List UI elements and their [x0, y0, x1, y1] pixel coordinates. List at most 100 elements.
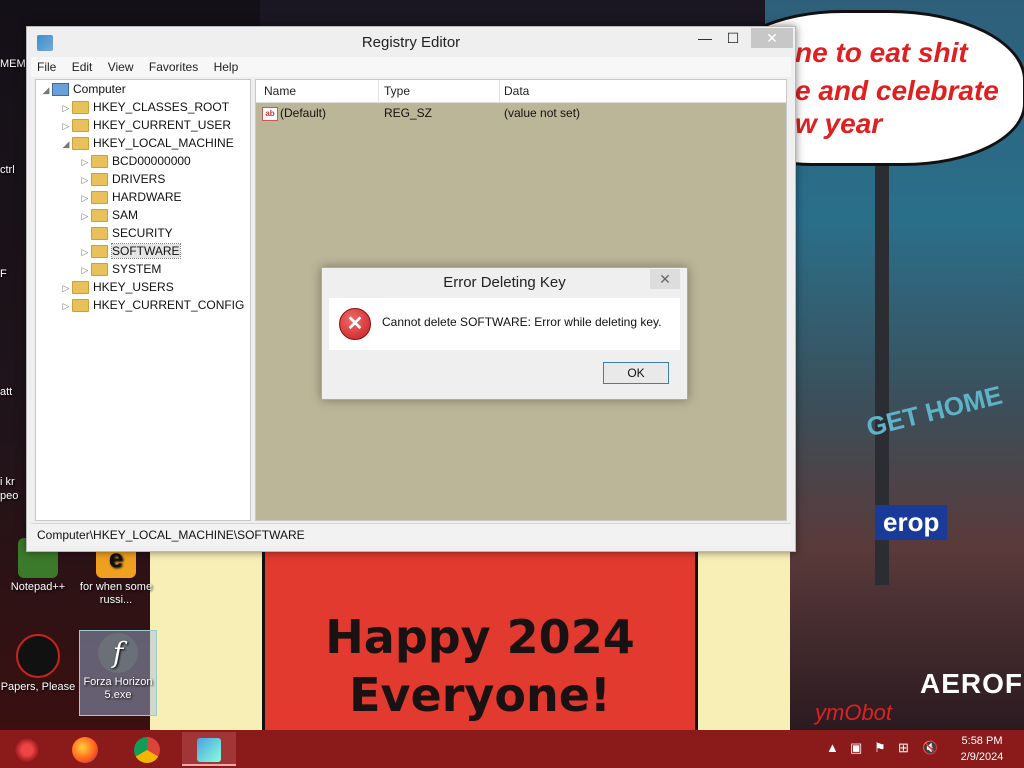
expand-arrow-icon[interactable]: ▷: [79, 261, 91, 279]
folder-icon: [72, 281, 89, 295]
tree-node-system[interactable]: ▷ SYSTEM: [79, 260, 161, 278]
taskbar-chrome[interactable]: [120, 732, 174, 766]
folder-icon: [91, 191, 108, 205]
menu-view[interactable]: View: [102, 57, 140, 77]
menu-file[interactable]: File: [31, 57, 62, 77]
menu-favorites[interactable]: Favorites: [143, 57, 204, 77]
desktop-icon-label: Papers, Please: [0, 681, 76, 693]
ok-button[interactable]: OK: [603, 362, 669, 384]
expand-arrow-icon[interactable]: ▷: [60, 297, 72, 315]
taskbar-firefox[interactable]: [58, 732, 112, 766]
string-value-icon: ab: [262, 107, 278, 121]
desktop-icon-label-cut[interactable]: att: [0, 386, 12, 398]
close-button[interactable]: ✕: [751, 28, 793, 48]
menu-bar: File Edit View Favorites Help: [31, 57, 791, 77]
desktop-icon-label-cut[interactable]: F: [0, 268, 7, 280]
tree-node-sam[interactable]: ▷ SAM: [79, 206, 138, 224]
papers-please-icon: [16, 634, 60, 678]
expand-arrow-icon[interactable]: ▷: [79, 171, 91, 189]
tree-node-drivers[interactable]: ▷ DRIVERS: [79, 170, 165, 188]
column-header-data[interactable]: Data: [504, 84, 529, 98]
start-button[interactable]: [0, 732, 54, 766]
dialog-close-button[interactable]: ✕: [650, 269, 680, 289]
happy-line1: Happy 2024: [325, 610, 635, 664]
taskbar-regedit-active[interactable]: [182, 732, 236, 766]
tree-node-hklm[interactable]: ◢ HKEY_LOCAL_MACHINE: [60, 134, 234, 152]
tree-node-computer[interactable]: ◢ Computer: [40, 80, 126, 98]
flag-icon[interactable]: ⚑: [874, 740, 886, 756]
expand-arrow-icon[interactable]: ▷: [60, 279, 72, 297]
folder-icon: [91, 263, 108, 277]
column-divider[interactable]: [378, 80, 379, 102]
maximize-button[interactable]: ☐: [719, 28, 747, 48]
folder-icon: [91, 227, 108, 241]
tree-node-hkcr[interactable]: ▷ HKEY_CLASSES_ROOT: [60, 98, 229, 116]
desktop-icon-label: for when some russi...: [79, 581, 153, 606]
folder-icon: [72, 119, 89, 133]
expand-arrow-icon[interactable]: ▷: [79, 189, 91, 207]
table-row[interactable]: ab (Default) REG_SZ (value not set): [256, 104, 786, 122]
collapse-arrow-icon[interactable]: ◢: [60, 135, 72, 153]
value-name: (Default): [280, 106, 327, 120]
desktop-icon-label: Notepad++: [10, 581, 66, 593]
volume-muted-icon[interactable]: 🔇: [922, 740, 938, 756]
computer-icon: [52, 83, 69, 97]
tree-node-hardware[interactable]: ▷ HARDWARE: [79, 188, 182, 206]
expand-arrow-icon[interactable]: ▷: [79, 243, 91, 261]
bubble-text-line1: ne to eat shit: [795, 37, 968, 68]
tree-node-hku[interactable]: ▷ HKEY_USERS: [60, 278, 174, 296]
flash-icon: f: [98, 633, 138, 673]
bubble-text-line2: e and celebrate: [795, 75, 999, 106]
list-header: Name Type Data: [256, 80, 786, 103]
value-data: (value not set): [504, 106, 581, 120]
error-dialog: Error Deleting Key ✕ ✕ Cannot delete SOF…: [321, 267, 688, 400]
taskbar-clock[interactable]: 5:58 PM 2/9/2024: [952, 733, 1012, 765]
desktop-icon-label-cut[interactable]: MEM: [0, 58, 26, 70]
status-bar: Computer\HKEY_LOCAL_MACHINE\SOFTWARE: [31, 523, 791, 546]
expand-arrow-icon[interactable]: ▷: [79, 153, 91, 171]
expand-arrow-icon[interactable]: ▷: [79, 207, 91, 225]
folder-icon: [91, 209, 108, 223]
happy-line2: Everyone!: [349, 668, 611, 722]
folder-icon: [72, 299, 89, 313]
tray-chevron-icon[interactable]: ▲: [826, 740, 839, 755]
regedit-icon: [197, 737, 221, 762]
wallpaper-signature: ymObot: [815, 700, 893, 725]
window-title: Registry Editor: [361, 34, 461, 51]
wallpaper-aerofos-sign: AEROFOS: [920, 668, 1024, 699]
dialog-title: Error Deleting Key: [443, 274, 566, 291]
expand-arrow-icon[interactable]: ▷: [60, 117, 72, 135]
folder-icon: [91, 173, 108, 187]
start-orb-icon: [14, 736, 40, 763]
title-bar[interactable]: Registry Editor — ☐ ✕: [27, 27, 795, 57]
column-divider[interactable]: [499, 80, 500, 102]
desktop-icon-label-cut[interactable]: ctrl: [0, 164, 15, 176]
clock-date: 2/9/2024: [960, 751, 1004, 763]
tree-node-software-selected[interactable]: ▷ SOFTWARE: [79, 242, 181, 261]
tree-node-security[interactable]: SECURITY: [79, 224, 173, 242]
expand-arrow-icon[interactable]: ▷: [60, 99, 72, 117]
column-header-name[interactable]: Name: [264, 84, 296, 98]
status-path: Computer\HKEY_LOCAL_MACHINE\SOFTWARE: [37, 528, 305, 542]
network-icon[interactable]: ⊞: [898, 740, 909, 756]
column-header-type[interactable]: Type: [384, 84, 410, 98]
menu-help[interactable]: Help: [208, 57, 245, 77]
minimize-button[interactable]: —: [691, 28, 719, 48]
desktop-icon-label-cut[interactable]: i kr: [0, 476, 15, 488]
taskbar: [0, 730, 1024, 768]
desktop-icon-label-cut[interactable]: peo: [0, 490, 18, 502]
action-center-icon[interactable]: ▣: [850, 740, 862, 756]
folder-icon: [91, 245, 108, 259]
bubble-text-line3: w year: [795, 108, 883, 139]
dialog-body: ✕ Cannot delete SOFTWARE: Error while de…: [329, 298, 680, 350]
menu-edit[interactable]: Edit: [66, 57, 99, 77]
tree-node-hkcu[interactable]: ▷ HKEY_CURRENT_USER: [60, 116, 231, 134]
folder-icon: [91, 155, 108, 169]
error-icon: ✕: [339, 308, 371, 340]
key-tree-pane[interactable]: ◢ Computer ▷ HKEY_CLASSES_ROOT ▷ HKEY_CURRE…: [35, 79, 251, 521]
desktop-icon-forza[interactable]: f Forza Horizon 5.exe: [79, 630, 157, 716]
desktop-icon-papers-please[interactable]: Papers, Please: [0, 634, 76, 694]
tree-node-bcd[interactable]: ▷ BCD00000000: [79, 152, 191, 170]
collapse-arrow-icon[interactable]: ◢: [40, 81, 52, 99]
tree-node-hkcc[interactable]: ▷ HKEY_CURRENT_CONFIG: [60, 296, 244, 314]
